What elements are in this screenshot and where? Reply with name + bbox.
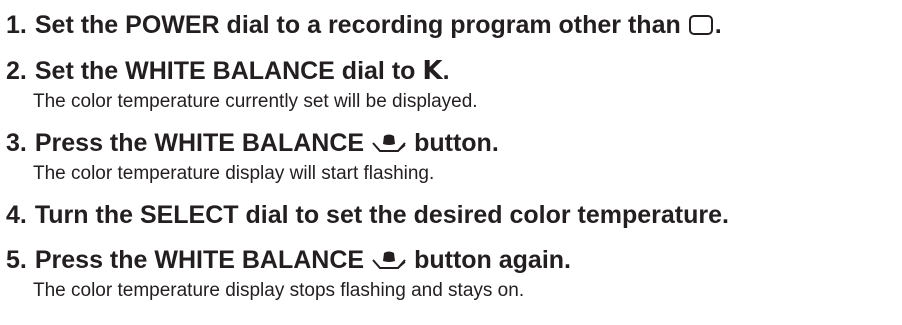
- step-3: 3. Press the WHITE BALANCE button. The c…: [6, 128, 902, 186]
- step-5-heading: 5. Press the WHITE BALANCE button again.: [6, 245, 902, 275]
- step-3-note: The color temperature display will start…: [33, 163, 435, 184]
- step-5: 5. Press the WHITE BALANCE button again.…: [6, 245, 902, 303]
- step-3-heading: 3. Press the WHITE BALANCE button.: [6, 128, 902, 158]
- step-text-end: .: [442, 57, 450, 85]
- step-text: Turn the SELECT dial to set the desired …: [34, 201, 729, 229]
- step-1-heading: 1. Set the POWER dial to a recording pro…: [6, 10, 902, 40]
- rounded-rectangle-mode-icon: [688, 15, 713, 35]
- step-number: 3.: [6, 129, 27, 157]
- step-text: Press the WHITE BALANCE: [34, 246, 365, 274]
- step-text-end: .: [714, 11, 722, 39]
- step-text-end: button again.: [414, 246, 571, 274]
- white-balance-set-icon: [372, 251, 406, 269]
- step-2-heading: 2. Set the WHITE BALANCE dial to K .: [6, 56, 902, 86]
- step-text: Set the POWER dial to a recording progra…: [34, 11, 681, 39]
- step-number: 2.: [6, 57, 27, 85]
- step-number: 1.: [6, 11, 27, 39]
- step-number: 4.: [6, 201, 27, 229]
- step-5-note: The color temperature display stops flas…: [33, 280, 525, 301]
- step-2: 2. Set the WHITE BALANCE dial to K . The…: [6, 56, 902, 114]
- step-4: 4. Turn the SELECT dial to set the desir…: [6, 200, 902, 230]
- white-balance-set-icon: [372, 134, 406, 152]
- step-1: 1. Set the POWER dial to a recording pro…: [6, 10, 902, 40]
- instruction-list: 1. Set the POWER dial to a recording pro…: [0, 0, 902, 325]
- step-text: Set the WHITE BALANCE dial to: [34, 57, 416, 85]
- step-number: 5.: [6, 246, 27, 274]
- step-text: Press the WHITE BALANCE: [34, 129, 365, 157]
- step-2-note: The color temperature currently set will…: [33, 91, 478, 112]
- kelvin-k-symbol: K: [422, 56, 443, 86]
- step-text-end: button.: [414, 129, 499, 157]
- step-4-heading: 4. Turn the SELECT dial to set the desir…: [6, 200, 902, 230]
